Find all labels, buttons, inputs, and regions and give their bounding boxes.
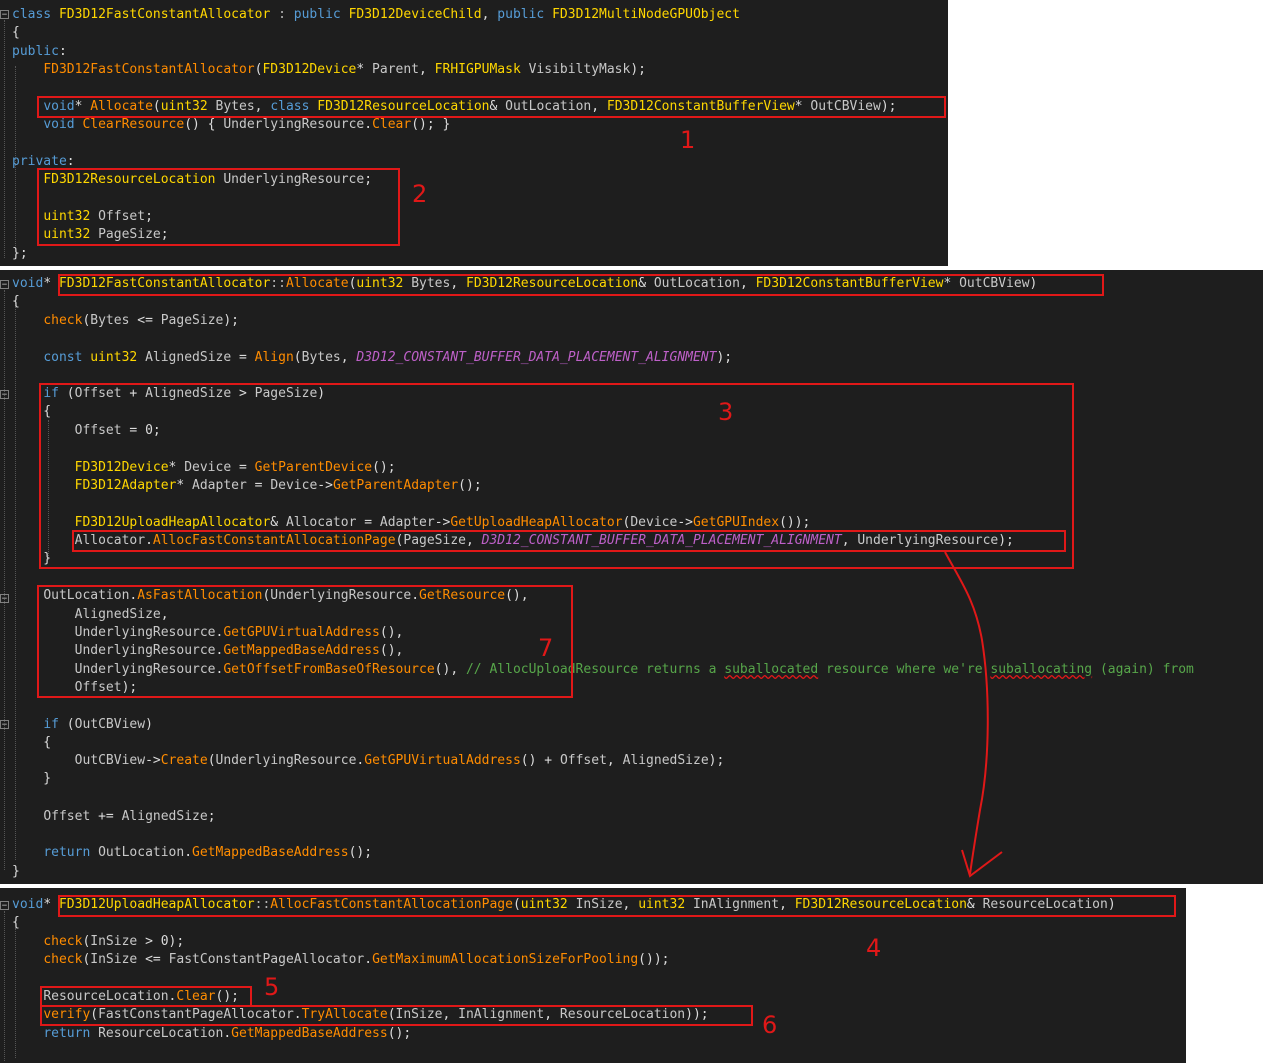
flow-arrow xyxy=(944,551,1003,878)
arrow-head xyxy=(961,849,1003,878)
arrow-shaft xyxy=(944,551,989,875)
